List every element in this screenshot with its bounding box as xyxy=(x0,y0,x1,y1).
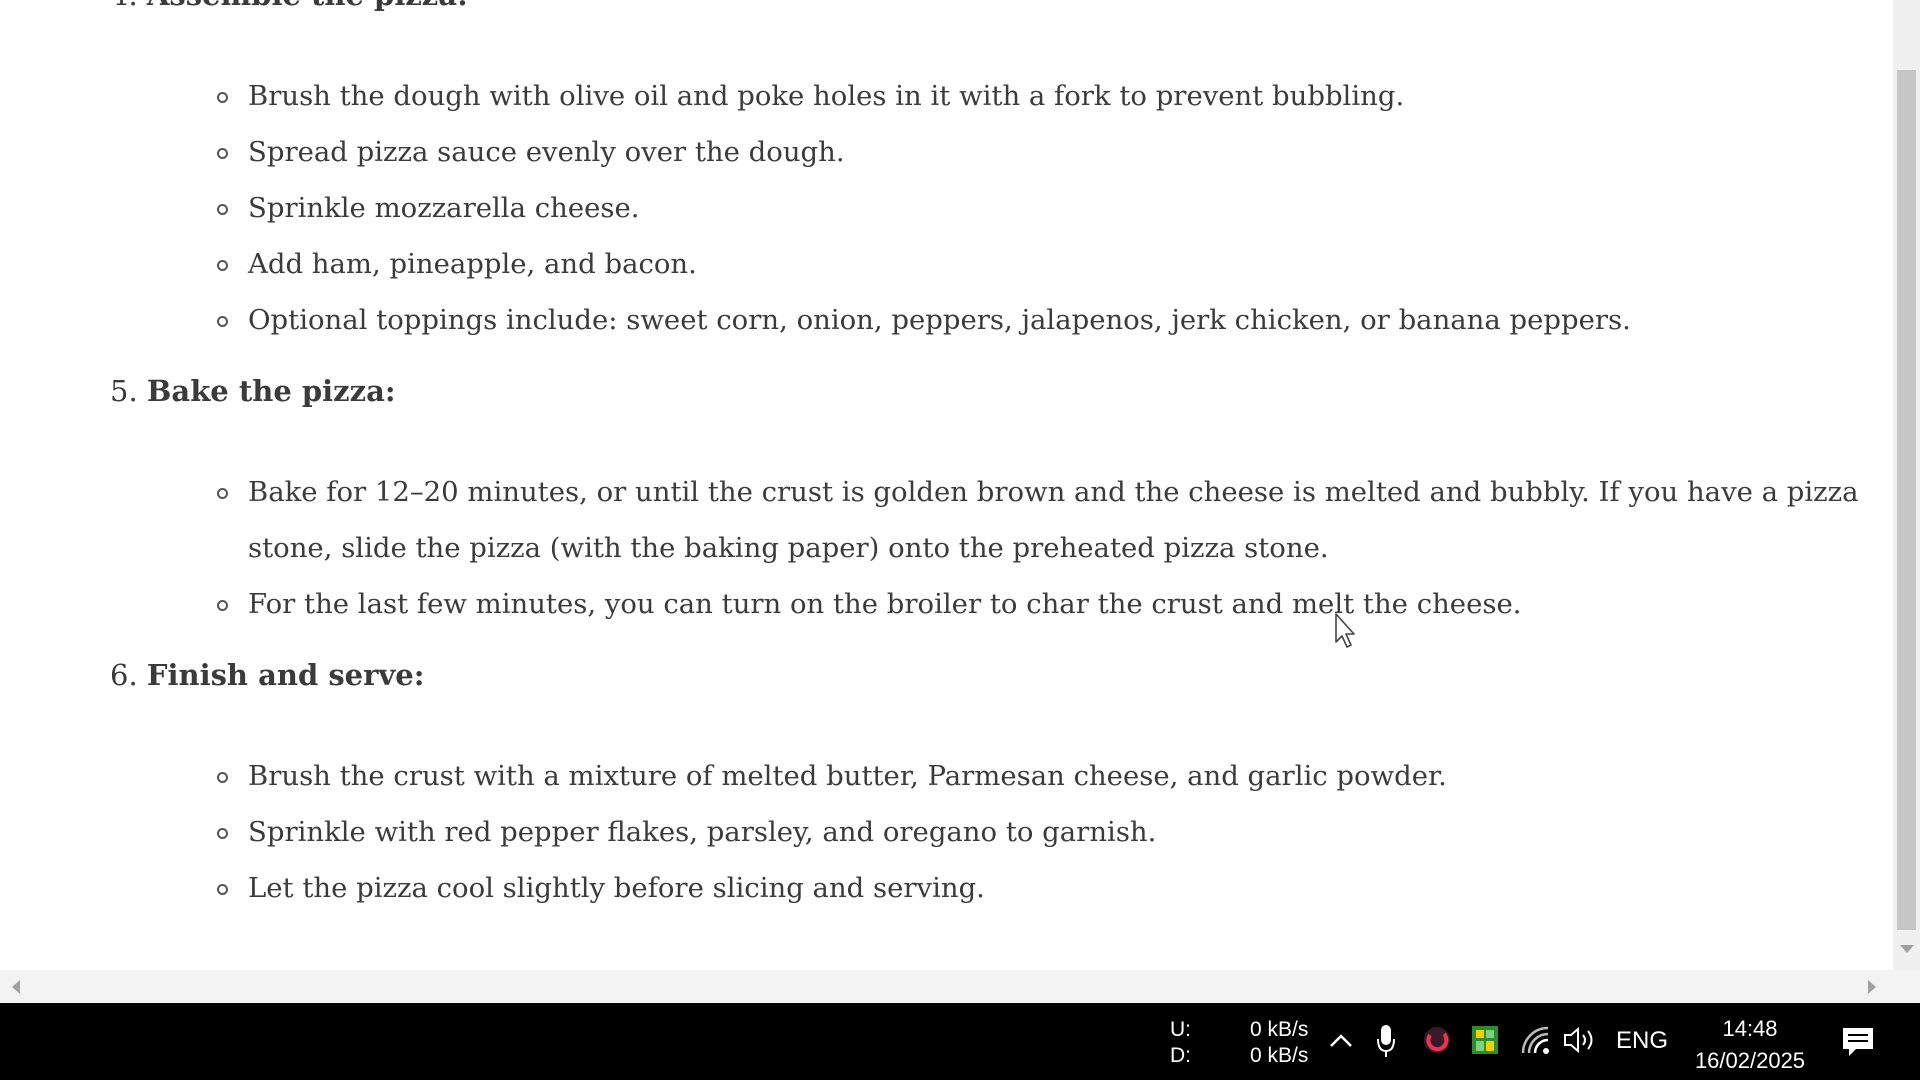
step-heading-5: 5. Bake the pizza: xyxy=(110,374,396,408)
step-title: Assemble the pizza: xyxy=(147,0,468,12)
step-number: 6. xyxy=(110,658,138,692)
list-item: For the last few minutes, you can turn o… xyxy=(217,576,1867,632)
network-speed-labels: U: D: xyxy=(1170,1017,1191,1069)
list-item: Optional toppings include: sweet corn, o… xyxy=(217,292,1867,348)
list-item: Brush the dough with olive oil and poke … xyxy=(217,68,1867,124)
speaker-icon[interactable] xyxy=(1562,1025,1598,1055)
vertical-scroll-thumb[interactable] xyxy=(1897,70,1916,930)
download-label: D: xyxy=(1170,1044,1191,1067)
list-item: Let the pizza cool slightly before slici… xyxy=(217,860,1867,916)
language-indicator[interactable]: ENG xyxy=(1616,1027,1668,1055)
scroll-left-arrow-icon[interactable] xyxy=(12,980,20,994)
list-item: Spread pizza sauce evenly over the dough… xyxy=(217,124,1867,180)
step-title: Finish and serve: xyxy=(146,658,425,692)
upload-label: U: xyxy=(1170,1018,1191,1041)
notification-icon[interactable] xyxy=(1840,1025,1876,1059)
upload-rate: 0 kB/s xyxy=(1250,1018,1309,1041)
taskbar: U: D: 0 kB/s 0 kB/s ENG 14:48 16/02/2025 xyxy=(0,1003,1920,1080)
chevron-up-icon[interactable] xyxy=(1328,1031,1354,1051)
step-4-list: Brush the dough with olive oil and poke … xyxy=(217,68,1867,348)
document-page: 4. Assemble the pizza: Brush the dough w… xyxy=(0,0,1893,970)
list-item: Sprinkle with red pepper flakes, parsley… xyxy=(217,804,1867,860)
step-6-list: Brush the crust with a mixture of melted… xyxy=(217,748,1867,916)
vertical-scrollbar[interactable] xyxy=(1893,0,1920,970)
scroll-right-arrow-icon[interactable] xyxy=(1868,980,1876,994)
step-heading-4: 4. Assemble the pizza: xyxy=(110,0,468,12)
scroll-down-arrow-icon[interactable] xyxy=(1900,945,1914,953)
green-app-icon[interactable] xyxy=(1471,1025,1499,1055)
wifi-icon[interactable] xyxy=(1520,1025,1550,1055)
microphone-icon[interactable] xyxy=(1376,1023,1396,1059)
list-item: Bake for 12–20 minutes, or until the cru… xyxy=(217,464,1867,576)
step-title: Bake the pizza: xyxy=(146,374,396,408)
red-circle-app-icon[interactable] xyxy=(1422,1025,1452,1055)
clock-time: 14:48 xyxy=(1722,1016,1778,1041)
clock[interactable]: 14:48 16/02/2025 xyxy=(1690,1013,1810,1077)
mouse-cursor-icon xyxy=(1335,613,1355,648)
step-5-list: Bake for 12–20 minutes, or until the cru… xyxy=(217,464,1867,632)
step-heading-6: 6. Finish and serve: xyxy=(110,658,424,692)
horizontal-scrollbar[interactable] xyxy=(0,970,1920,1003)
list-item: Sprinkle mozzarella cheese. xyxy=(217,180,1867,236)
network-speed-values: 0 kB/s 0 kB/s xyxy=(1250,1017,1308,1069)
list-item: Brush the crust with a mixture of melted… xyxy=(217,748,1867,804)
clock-date: 16/02/2025 xyxy=(1694,1048,1806,1073)
download-rate: 0 kB/s xyxy=(1250,1044,1309,1067)
step-number: 5. xyxy=(110,374,138,408)
step-number: 4. xyxy=(110,0,138,12)
list-item: Add ham, pineapple, and bacon. xyxy=(217,236,1867,292)
